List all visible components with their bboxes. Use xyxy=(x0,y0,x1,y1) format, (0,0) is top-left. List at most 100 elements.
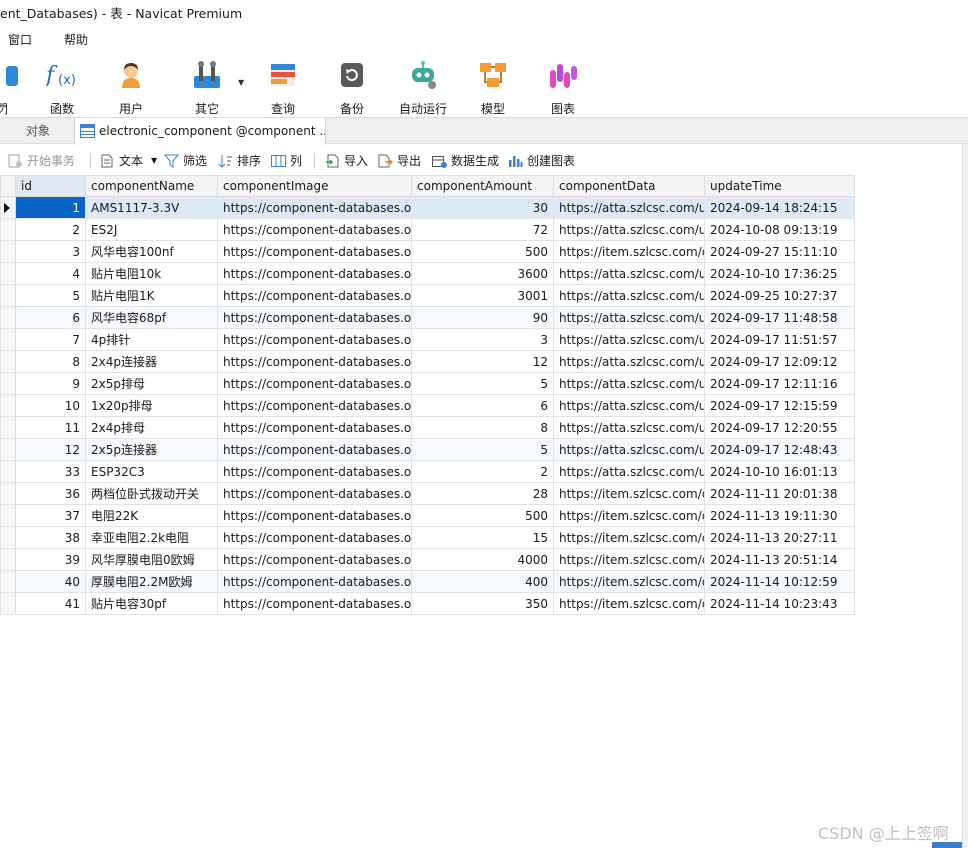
cell-componentAmount[interactable]: 12 xyxy=(411,350,554,373)
cell-componentName[interactable]: 风华电容100nf xyxy=(85,240,218,263)
cell-id[interactable]: 12 xyxy=(15,438,86,461)
cell-id[interactable]: 2 xyxy=(15,218,86,241)
cell-componentImage[interactable]: https://component-databases.o xyxy=(217,218,412,241)
row-indicator[interactable] xyxy=(0,526,16,549)
cell-componentName[interactable]: AMS1117-3.3V xyxy=(85,196,218,219)
cell-id[interactable]: 41 xyxy=(15,592,86,615)
chevron-down-icon[interactable]: ▼ xyxy=(238,78,244,87)
table-row[interactable]: 6 风华电容68pf https://component-databases.o… xyxy=(0,306,855,329)
cell-id[interactable]: 1 xyxy=(15,196,86,219)
cell-id[interactable]: 38 xyxy=(15,526,86,549)
cell-componentImage[interactable]: https://component-databases.o xyxy=(217,372,412,395)
table-row[interactable]: 9 2x5p排母 https://component-databases.o 5… xyxy=(0,372,855,395)
cell-componentData[interactable]: https://atta.szlcsc.com/u xyxy=(553,284,705,307)
row-indicator[interactable] xyxy=(0,460,16,483)
chevron-down-icon[interactable]: ▼ xyxy=(151,151,157,171)
cell-id[interactable]: 39 xyxy=(15,548,86,571)
cell-componentData[interactable]: https://item.szlcsc.com/c xyxy=(553,548,705,571)
row-indicator[interactable] xyxy=(0,262,16,285)
cell-componentAmount[interactable]: 4000 xyxy=(411,548,554,571)
cell-componentImage[interactable]: https://component-databases.o xyxy=(217,284,412,307)
ribbon-automation-button[interactable]: 自动运行 xyxy=(393,56,453,116)
row-indicator[interactable] xyxy=(0,438,16,461)
cell-updateTime[interactable]: 2024-10-10 16:01:13 xyxy=(704,460,855,483)
column-header-componentAmount[interactable]: componentAmount xyxy=(411,175,554,197)
cell-componentAmount[interactable]: 500 xyxy=(411,240,554,263)
column-header-componentData[interactable]: componentData xyxy=(553,175,705,197)
cell-updateTime[interactable]: 2024-09-17 11:48:58 xyxy=(704,306,855,329)
cell-updateTime[interactable]: 2024-10-10 17:36:25 xyxy=(704,262,855,285)
cell-componentImage[interactable]: https://component-databases.o xyxy=(217,328,412,351)
cell-updateTime[interactable]: 2024-11-11 20:01:38 xyxy=(704,482,855,505)
cell-updateTime[interactable]: 2024-09-17 11:51:57 xyxy=(704,328,855,351)
cell-componentAmount[interactable]: 30 xyxy=(411,196,554,219)
cell-componentAmount[interactable]: 3 xyxy=(411,328,554,351)
cell-componentData[interactable]: https://item.szlcsc.com/c xyxy=(553,526,705,549)
cell-id[interactable]: 4 xyxy=(15,262,86,285)
cell-componentName[interactable]: ESP32C3 xyxy=(85,460,218,483)
row-indicator[interactable] xyxy=(0,482,16,505)
column-header-componentImage[interactable]: componentImage xyxy=(217,175,412,197)
cell-id[interactable]: 36 xyxy=(15,482,86,505)
column-header-id[interactable]: id xyxy=(15,175,86,197)
cell-componentData[interactable]: https://atta.szlcsc.com/u xyxy=(553,372,705,395)
cell-componentImage[interactable]: https://component-databases.o xyxy=(217,196,412,219)
row-indicator[interactable] xyxy=(0,284,16,307)
cell-updateTime[interactable]: 2024-11-14 10:12:59 xyxy=(704,570,855,593)
cell-componentAmount[interactable]: 6 xyxy=(411,394,554,417)
cell-componentAmount[interactable]: 3001 xyxy=(411,284,554,307)
cell-componentName[interactable]: 厚膜电阻2.2M欧姆 xyxy=(85,570,218,593)
tab-objects[interactable]: 对象 xyxy=(4,118,72,144)
table-row[interactable]: 1 AMS1117-3.3V https://component-databas… xyxy=(0,196,855,219)
table-row[interactable]: 2 ES2J https://component-databases.o 72 … xyxy=(0,218,855,241)
menu-window[interactable]: 窗口 xyxy=(8,31,32,48)
cell-componentAmount[interactable]: 28 xyxy=(411,482,554,505)
row-indicator[interactable] xyxy=(0,240,16,263)
cell-componentData[interactable]: https://atta.szlcsc.com/u xyxy=(553,350,705,373)
row-indicator[interactable] xyxy=(0,504,16,527)
table-row[interactable]: 5 贴片电阻1K https://component-databases.o 3… xyxy=(0,284,855,307)
cell-updateTime[interactable]: 2024-09-17 12:48:43 xyxy=(704,438,855,461)
cell-componentAmount[interactable]: 2 xyxy=(411,460,554,483)
cell-componentData[interactable]: https://atta.szlcsc.com/u xyxy=(553,262,705,285)
table-row[interactable]: 4 贴片电阻10k https://component-databases.o … xyxy=(0,262,855,285)
cell-componentImage[interactable]: https://component-databases.o xyxy=(217,350,412,373)
cell-componentAmount[interactable]: 5 xyxy=(411,372,554,395)
ribbon-model-button[interactable]: 模型 xyxy=(463,56,523,116)
cell-componentImage[interactable]: https://component-databases.o xyxy=(217,592,412,615)
cell-componentName[interactable]: 2x5p排母 xyxy=(85,372,218,395)
cell-componentImage[interactable]: https://component-databases.o xyxy=(217,240,412,263)
table-row[interactable]: 36 两档位卧式拨动开关 https://component-databases… xyxy=(0,482,855,505)
table-row[interactable]: 37 电阻22K https://component-databases.o 5… xyxy=(0,504,855,527)
table-row[interactable]: 38 幸亚电阻2.2k电阻 https://component-database… xyxy=(0,526,855,549)
cell-componentAmount[interactable]: 72 xyxy=(411,218,554,241)
cell-componentAmount[interactable]: 3600 xyxy=(411,262,554,285)
cell-componentName[interactable]: 2x5p连接器 xyxy=(85,438,218,461)
cell-id[interactable]: 37 xyxy=(15,504,86,527)
cell-componentAmount[interactable]: 500 xyxy=(411,504,554,527)
cell-id[interactable]: 8 xyxy=(15,350,86,373)
cell-updateTime[interactable]: 2024-11-14 10:23:43 xyxy=(704,592,855,615)
table-row[interactable]: 7 4p排针 https://component-databases.o 3 h… xyxy=(0,328,855,351)
cell-componentData[interactable]: https://item.szlcsc.com/c xyxy=(553,504,705,527)
cell-componentData[interactable]: https://atta.szlcsc.com/u xyxy=(553,306,705,329)
row-indicator[interactable] xyxy=(0,548,16,571)
cell-id[interactable]: 7 xyxy=(15,328,86,351)
ribbon-charts-button[interactable]: 图表 xyxy=(533,56,593,116)
cell-updateTime[interactable]: 2024-11-13 20:27:11 xyxy=(704,526,855,549)
cell-componentImage[interactable]: https://component-databases.o xyxy=(217,570,412,593)
cell-componentAmount[interactable]: 5 xyxy=(411,438,554,461)
cell-componentData[interactable]: https://item.szlcsc.com/c xyxy=(553,240,705,263)
cell-componentImage[interactable]: https://component-databases.o xyxy=(217,416,412,439)
data-grid[interactable]: id componentName componentImage componen… xyxy=(0,175,855,615)
cell-componentData[interactable]: https://atta.szlcsc.com/u xyxy=(553,218,705,241)
ribbon-functions-button[interactable]: f (x) 函数 xyxy=(32,56,92,116)
cell-updateTime[interactable]: 2024-09-17 12:11:16 xyxy=(704,372,855,395)
cell-componentData[interactable]: https://atta.szlcsc.com/u xyxy=(553,196,705,219)
ribbon-others-button[interactable]: 其它 xyxy=(177,56,237,116)
table-row[interactable]: 33 ESP32C3 https://component-databases.o… xyxy=(0,460,855,483)
cell-componentAmount[interactable]: 15 xyxy=(411,526,554,549)
row-indicator[interactable] xyxy=(0,394,16,417)
cell-updateTime[interactable]: 2024-10-08 09:13:19 xyxy=(704,218,855,241)
row-indicator[interactable] xyxy=(0,350,16,373)
